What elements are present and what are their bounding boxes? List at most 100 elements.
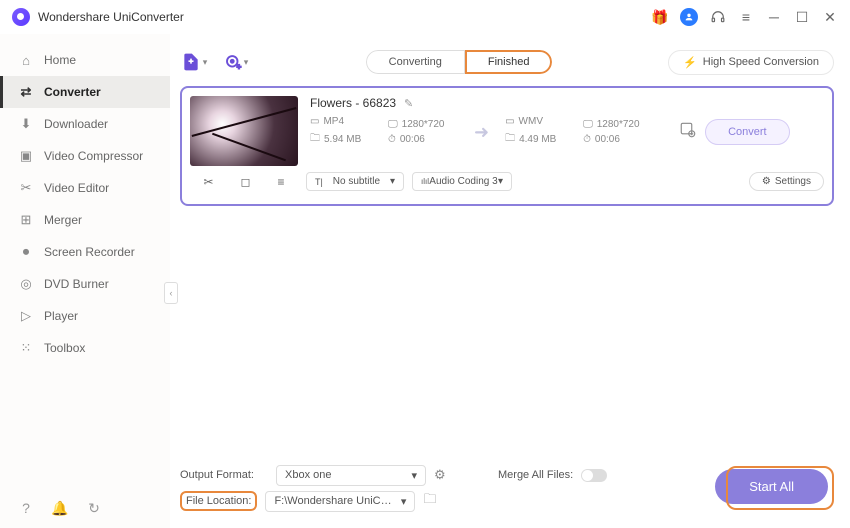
chevron-down-icon: ▾ <box>498 176 503 187</box>
app-title: Wondershare UniConverter <box>38 10 184 24</box>
high-speed-label: High Speed Conversion <box>703 56 819 68</box>
sidebar-item-converter[interactable]: ⇄ Converter <box>0 76 170 108</box>
svg-text:+: + <box>236 62 241 71</box>
sidebar-item-label: Video Compressor <box>44 149 143 163</box>
sidebar-item-label: Toolbox <box>44 341 85 355</box>
start-all-button[interactable]: Start All <box>715 469 828 504</box>
merge-label: Merge All Files: <box>498 469 573 481</box>
clock-icon: ⏱ <box>583 134 591 145</box>
file-name: Flowers - 66823 <box>310 96 396 110</box>
gift-icon[interactable]: 🎁 <box>652 9 668 25</box>
minimize-icon[interactable]: ─ <box>766 9 782 25</box>
trim-icon[interactable]: ✂ <box>203 175 213 189</box>
edit-name-icon[interactable]: ✎ <box>404 97 413 110</box>
tab-converting[interactable]: Converting <box>366 50 465 74</box>
add-file-button[interactable]: ▾ <box>180 48 208 76</box>
folder-icon: 🗀 <box>310 131 320 148</box>
subtitle-value: No subtitle <box>333 176 380 187</box>
sidebar-item-label: Screen Recorder <box>44 245 135 259</box>
play-icon: ▷ <box>18 308 34 324</box>
download-icon: ⬇ <box>18 116 34 132</box>
home-icon: ⌂ <box>18 52 34 68</box>
sidebar-item-toolbox[interactable]: ⁙ Toolbox <box>0 332 170 364</box>
sidebar-item-label: Merger <box>44 213 82 227</box>
src-dur: 00:06 <box>400 134 425 145</box>
audio-select[interactable]: ılılAudio Coding 3▾ <box>412 172 512 191</box>
sidebar-item-merger[interactable]: ⊞ Merger <box>0 204 170 236</box>
compress-icon: ▣ <box>18 148 34 164</box>
sidebar-item-player[interactable]: ▷ Player <box>0 300 170 332</box>
gear-icon: ⚙ <box>762 176 771 187</box>
disc-icon: ◎ <box>18 276 34 292</box>
sidebar-item-label: Player <box>44 309 78 323</box>
src-res: 1280*720 <box>402 119 445 130</box>
help-icon[interactable]: ? <box>18 500 34 516</box>
format-settings-icon[interactable]: ⚙ <box>434 467 450 483</box>
dst-size: 4.49 MB <box>519 134 556 145</box>
recorder-icon: ⏺ <box>18 244 34 260</box>
close-icon[interactable]: ✕ <box>822 9 838 25</box>
sidebar-item-home[interactable]: ⌂ Home <box>0 44 170 76</box>
sync-icon[interactable]: ↻ <box>86 500 102 516</box>
sidebar-item-compressor[interactable]: ▣ Video Compressor <box>0 140 170 172</box>
dst-dur: 00:06 <box>595 134 620 145</box>
sidebar-item-label: Home <box>44 53 76 67</box>
headset-icon[interactable] <box>710 9 726 25</box>
high-speed-button[interactable]: ⚡ High Speed Conversion <box>668 50 834 75</box>
chevron-down-icon: ▾ <box>401 495 407 508</box>
film-icon: ▭ <box>310 116 319 127</box>
bell-icon[interactable]: 🔔 <box>52 500 68 516</box>
app-logo-icon <box>12 8 30 26</box>
main-panel: ▾ +▾ Converting Finished ⚡ High Speed Co… <box>170 34 850 528</box>
bolt-icon: ⚡ <box>683 56 697 69</box>
film-icon: ▭ <box>505 116 514 127</box>
src-format: MP4 <box>323 116 344 127</box>
subtitle-select[interactable]: T|No subtitle▾ <box>306 172 404 191</box>
menu-icon[interactable]: ≡ <box>738 9 754 25</box>
sidebar-item-editor[interactable]: ✂Video Editor <box>0 172 170 204</box>
merger-icon: ⊞ <box>18 212 34 228</box>
sidebar-item-recorder[interactable]: ⏺ Screen Recorder <box>0 236 170 268</box>
more-icon[interactable]: ≡ <box>277 175 284 189</box>
sidebar: ⌂ Home ⇄ Converter ⬇ Downloader ▣ Video Comp… <box>0 34 170 528</box>
chevron-down-icon: ▾ <box>411 469 417 482</box>
grid-icon: ⁙ <box>18 340 34 356</box>
sidebar-item-label: Video Editor <box>44 181 109 195</box>
collapse-handle-icon[interactable]: ‹ <box>164 282 178 304</box>
tab-group: Converting Finished <box>366 50 553 74</box>
crop-icon[interactable]: ◻ <box>241 175 251 189</box>
file-location-select[interactable]: F:\Wondershare UniConverter ▾ <box>265 491 415 512</box>
clock-icon: ⏱ <box>388 134 396 145</box>
sidebar-item-downloader[interactable]: ⬇ Downloader <box>0 108 170 140</box>
folder-icon: 🗀 <box>505 131 515 148</box>
sidebar-item-label: Converter <box>44 85 101 99</box>
output-settings-icon[interactable] <box>679 121 697 144</box>
sidebar-item-label: DVD Burner <box>44 277 109 291</box>
arrow-right-icon: ➜ <box>474 122 489 143</box>
sidebar-item-label: Downloader <box>44 117 108 131</box>
settings-label: Settings <box>775 176 811 187</box>
settings-button[interactable]: ⚙ Settings <box>749 172 824 191</box>
open-folder-icon[interactable]: 🗀 <box>423 490 439 512</box>
sidebar-item-dvd[interactable]: ◎ DVD Burner <box>0 268 170 300</box>
audio-value: Audio Coding 3 <box>429 176 497 187</box>
tab-finished[interactable]: Finished <box>465 50 553 74</box>
output-format-value: Xbox one <box>285 469 331 481</box>
output-format-label: Output Format: <box>180 469 268 481</box>
src-size: 5.94 MB <box>324 134 361 145</box>
dst-res: 1280*720 <box>597 119 640 130</box>
maximize-icon[interactable]: ☐ <box>794 9 810 25</box>
converter-icon: ⇄ <box>18 84 34 100</box>
convert-button[interactable]: Convert <box>705 119 790 145</box>
display-icon: 🖵 <box>388 119 398 130</box>
dst-format: WMV <box>519 116 543 127</box>
user-avatar-icon[interactable] <box>680 8 698 26</box>
file-location-value: F:\Wondershare UniConverter <box>274 495 394 507</box>
file-location-label: File Location: <box>186 495 251 507</box>
video-thumbnail[interactable] <box>190 96 298 166</box>
chevron-down-icon: ▾ <box>390 176 395 187</box>
output-format-select[interactable]: Xbox one ▾ <box>276 465 426 486</box>
merge-toggle[interactable] <box>581 469 607 482</box>
add-disc-button[interactable]: +▾ <box>222 48 250 76</box>
titlebar: Wondershare UniConverter 🎁 ≡ ─ ☐ ✕ <box>0 0 850 34</box>
